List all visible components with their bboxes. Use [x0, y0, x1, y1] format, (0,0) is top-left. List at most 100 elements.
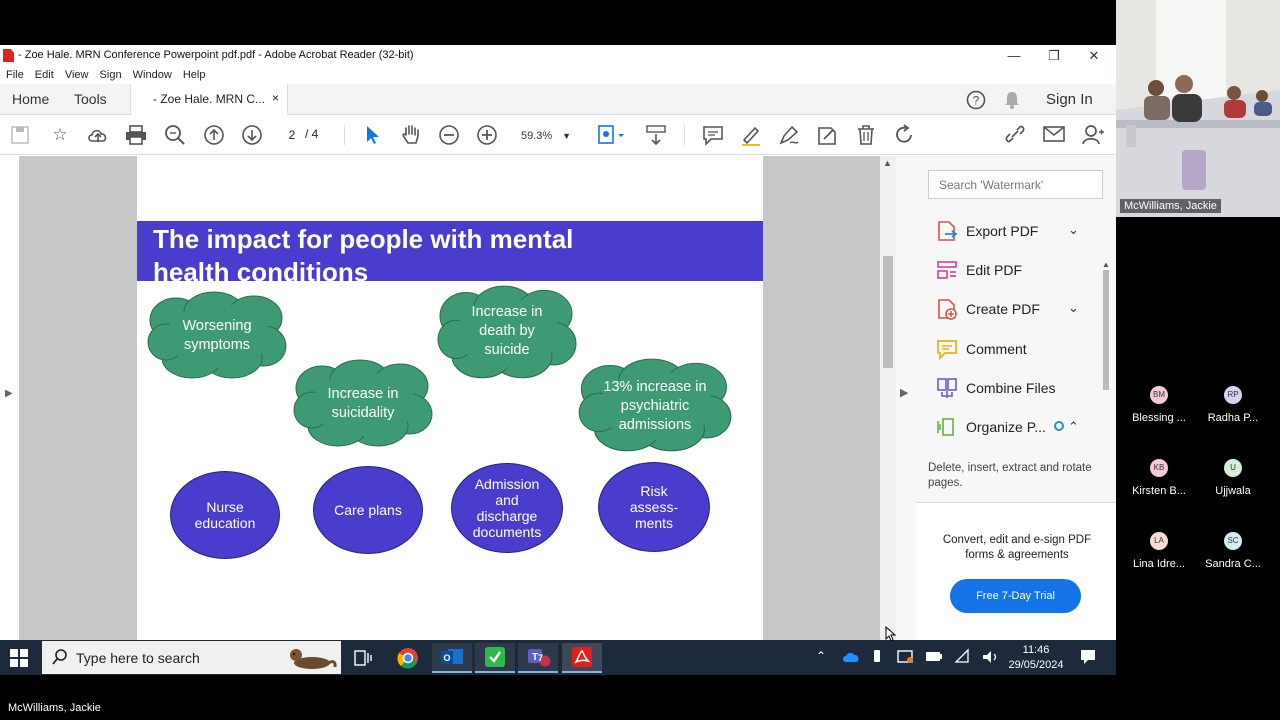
chevron-up-icon[interactable]: ⌃: [1068, 419, 1079, 435]
menu-window[interactable]: Window: [133, 67, 172, 84]
taskbar-search-box[interactable]: Type here to search: [42, 641, 341, 674]
notification-bell-icon[interactable]: [1003, 90, 1021, 110]
tools-search-input[interactable]: Search 'Watermark': [928, 170, 1103, 199]
participant-name: Ujjwala: [1215, 485, 1251, 497]
add-comment-icon[interactable]: [702, 124, 724, 146]
scroll-mode-icon[interactable]: [645, 124, 667, 146]
scroll-up-icon[interactable]: ▲: [1102, 260, 1110, 269]
cloud-text: Increase in death by suicide: [471, 303, 543, 358]
cloud-text: Increase in suicidality: [327, 386, 399, 421]
collapse-pane-icon[interactable]: ▶: [900, 386, 908, 399]
fill-sign-icon[interactable]: [816, 124, 838, 146]
scrollbar-thumb[interactable]: [883, 256, 893, 368]
participant-video[interactable]: McWilliams, Jackie: [1116, 0, 1280, 217]
acrobat-taskbar-icon[interactable]: [562, 643, 602, 673]
tool-label: Combine Files: [966, 380, 1056, 396]
sign-in-button[interactable]: Sign In: [1046, 91, 1093, 108]
previous-page-icon[interactable]: [203, 124, 225, 146]
page-number-input[interactable]: 2: [281, 125, 303, 145]
create-pdf-icon: [938, 299, 957, 320]
windows-start-icon[interactable]: [10, 649, 28, 667]
expand-left-pane-icon[interactable]: ▶: [5, 388, 13, 399]
restore-button[interactable]: ❐: [1034, 45, 1074, 67]
meeting-tray-icon[interactable]: [897, 649, 915, 665]
share-user-icon[interactable]: [1082, 124, 1104, 146]
tab-document[interactable]: - Zoe Hale. MRN C... ×: [130, 84, 288, 115]
scroll-up-icon[interactable]: ▲: [883, 158, 892, 168]
minimize-button[interactable]: —: [994, 45, 1034, 67]
wifi-icon[interactable]: [954, 648, 972, 664]
zoom-out-icon[interactable]: [438, 124, 460, 146]
pdf-page: The impact for people with mental health…: [137, 156, 763, 640]
save-icon[interactable]: [10, 125, 30, 145]
comment-icon: [937, 340, 957, 360]
tab-home[interactable]: Home: [12, 91, 49, 107]
onedrive-cloud-icon[interactable]: [842, 651, 860, 663]
participant-tile[interactable]: BM Blessing ...: [1122, 386, 1196, 424]
menu-edit[interactable]: Edit: [35, 67, 54, 84]
help-icon[interactable]: ?: [966, 90, 986, 110]
window-title: - Zoe Hale. MRN Conference Powerpoint pd…: [18, 49, 414, 61]
menu-file[interactable]: File: [6, 67, 24, 84]
highlight-pen-icon[interactable]: [740, 124, 762, 146]
avatar: LA: [1150, 532, 1168, 550]
taskbar-clock[interactable]: 11:46 29/05/2024: [1000, 643, 1072, 673]
menu-view[interactable]: View: [65, 67, 89, 84]
draw-pen-icon[interactable]: [778, 124, 800, 146]
vertical-scrollbar[interactable]: ▲ ▼: [880, 156, 896, 640]
volume-icon[interactable]: [981, 649, 999, 665]
zoom-in-icon[interactable]: [476, 124, 498, 146]
close-button[interactable]: ✕: [1074, 45, 1114, 67]
edit-pdf-icon: [937, 261, 957, 279]
acrobat-logo-icon: [3, 49, 14, 62]
zoom-select[interactable]: 59.3% ▼: [512, 124, 578, 146]
page-view-icon[interactable]: [597, 124, 627, 146]
task-view-icon[interactable]: [343, 643, 383, 673]
participant-tile[interactable]: KB Kirsten B...: [1122, 459, 1196, 497]
tool-label: Organize P...: [966, 419, 1046, 435]
participant-tile[interactable]: U Ujjwala: [1196, 459, 1270, 497]
checkmark-app-icon[interactable]: [475, 643, 515, 673]
notification-center-icon[interactable]: [1080, 649, 1096, 665]
chrome-icon[interactable]: [388, 643, 428, 673]
trial-promo: Convert, edit and e-sign PDF forms & agr…: [916, 502, 1116, 640]
scrollbar-thumb[interactable]: [1103, 270, 1109, 390]
delete-trash-icon[interactable]: [856, 124, 876, 146]
outlook-icon[interactable]: O: [432, 643, 472, 673]
free-trial-button[interactable]: Free 7-Day Trial: [950, 579, 1081, 613]
oval-risk-assessments: Risk assess-ments: [598, 462, 710, 552]
participant-name: Sandra C...: [1205, 558, 1261, 570]
chevron-down-icon[interactable]: ⌄: [1068, 222, 1079, 238]
share-link-icon[interactable]: [1004, 124, 1028, 146]
cloud-shape-increase-in-death-by-suicide: Increase in death by suicide: [436, 284, 578, 382]
battery-icon[interactable]: [925, 650, 943, 664]
email-icon[interactable]: [1043, 125, 1065, 143]
next-page-icon[interactable]: [241, 124, 263, 146]
tab-document-label: - Zoe Hale. MRN C...: [153, 92, 266, 106]
close-tab-icon[interactable]: ×: [272, 91, 279, 105]
rotate-icon[interactable]: [893, 124, 915, 146]
menu-help[interactable]: Help: [183, 67, 206, 84]
participant-tile[interactable]: SC Sandra C...: [1196, 532, 1270, 570]
document-viewport[interactable]: ▶ The impact for people with mental heal…: [0, 156, 880, 640]
select-cursor-icon[interactable]: [364, 124, 382, 146]
tools-pane-scrollbar[interactable]: ▲ ▼: [1100, 216, 1112, 541]
participant-tile[interactable]: LA Lina Idre...: [1122, 532, 1196, 570]
find-magnifier-icon[interactable]: [164, 124, 186, 146]
video-feed-illustration-icon: [1116, 0, 1280, 217]
participant-tile[interactable]: RP Radha P...: [1196, 386, 1270, 424]
organize-pages-icon: [937, 418, 954, 436]
hand-tool-icon[interactable]: [400, 123, 422, 147]
upload-cloud-icon[interactable]: [86, 124, 110, 146]
chevron-down-icon[interactable]: ⌄: [1068, 300, 1079, 316]
teams-icon[interactable]: T 7: [518, 643, 558, 673]
show-hidden-icons-chevron[interactable]: ⌃: [816, 649, 826, 663]
menu-sign[interactable]: Sign: [100, 67, 122, 84]
bookmark-star-icon[interactable]: ☆: [48, 123, 72, 147]
print-icon[interactable]: [125, 125, 147, 145]
tab-tools[interactable]: Tools: [74, 91, 107, 107]
tool-label: Export PDF: [966, 223, 1039, 239]
usb-device-icon[interactable]: [872, 649, 882, 665]
otter-illustration-icon: [290, 649, 337, 669]
participant-name: Radha P...: [1207, 412, 1259, 424]
